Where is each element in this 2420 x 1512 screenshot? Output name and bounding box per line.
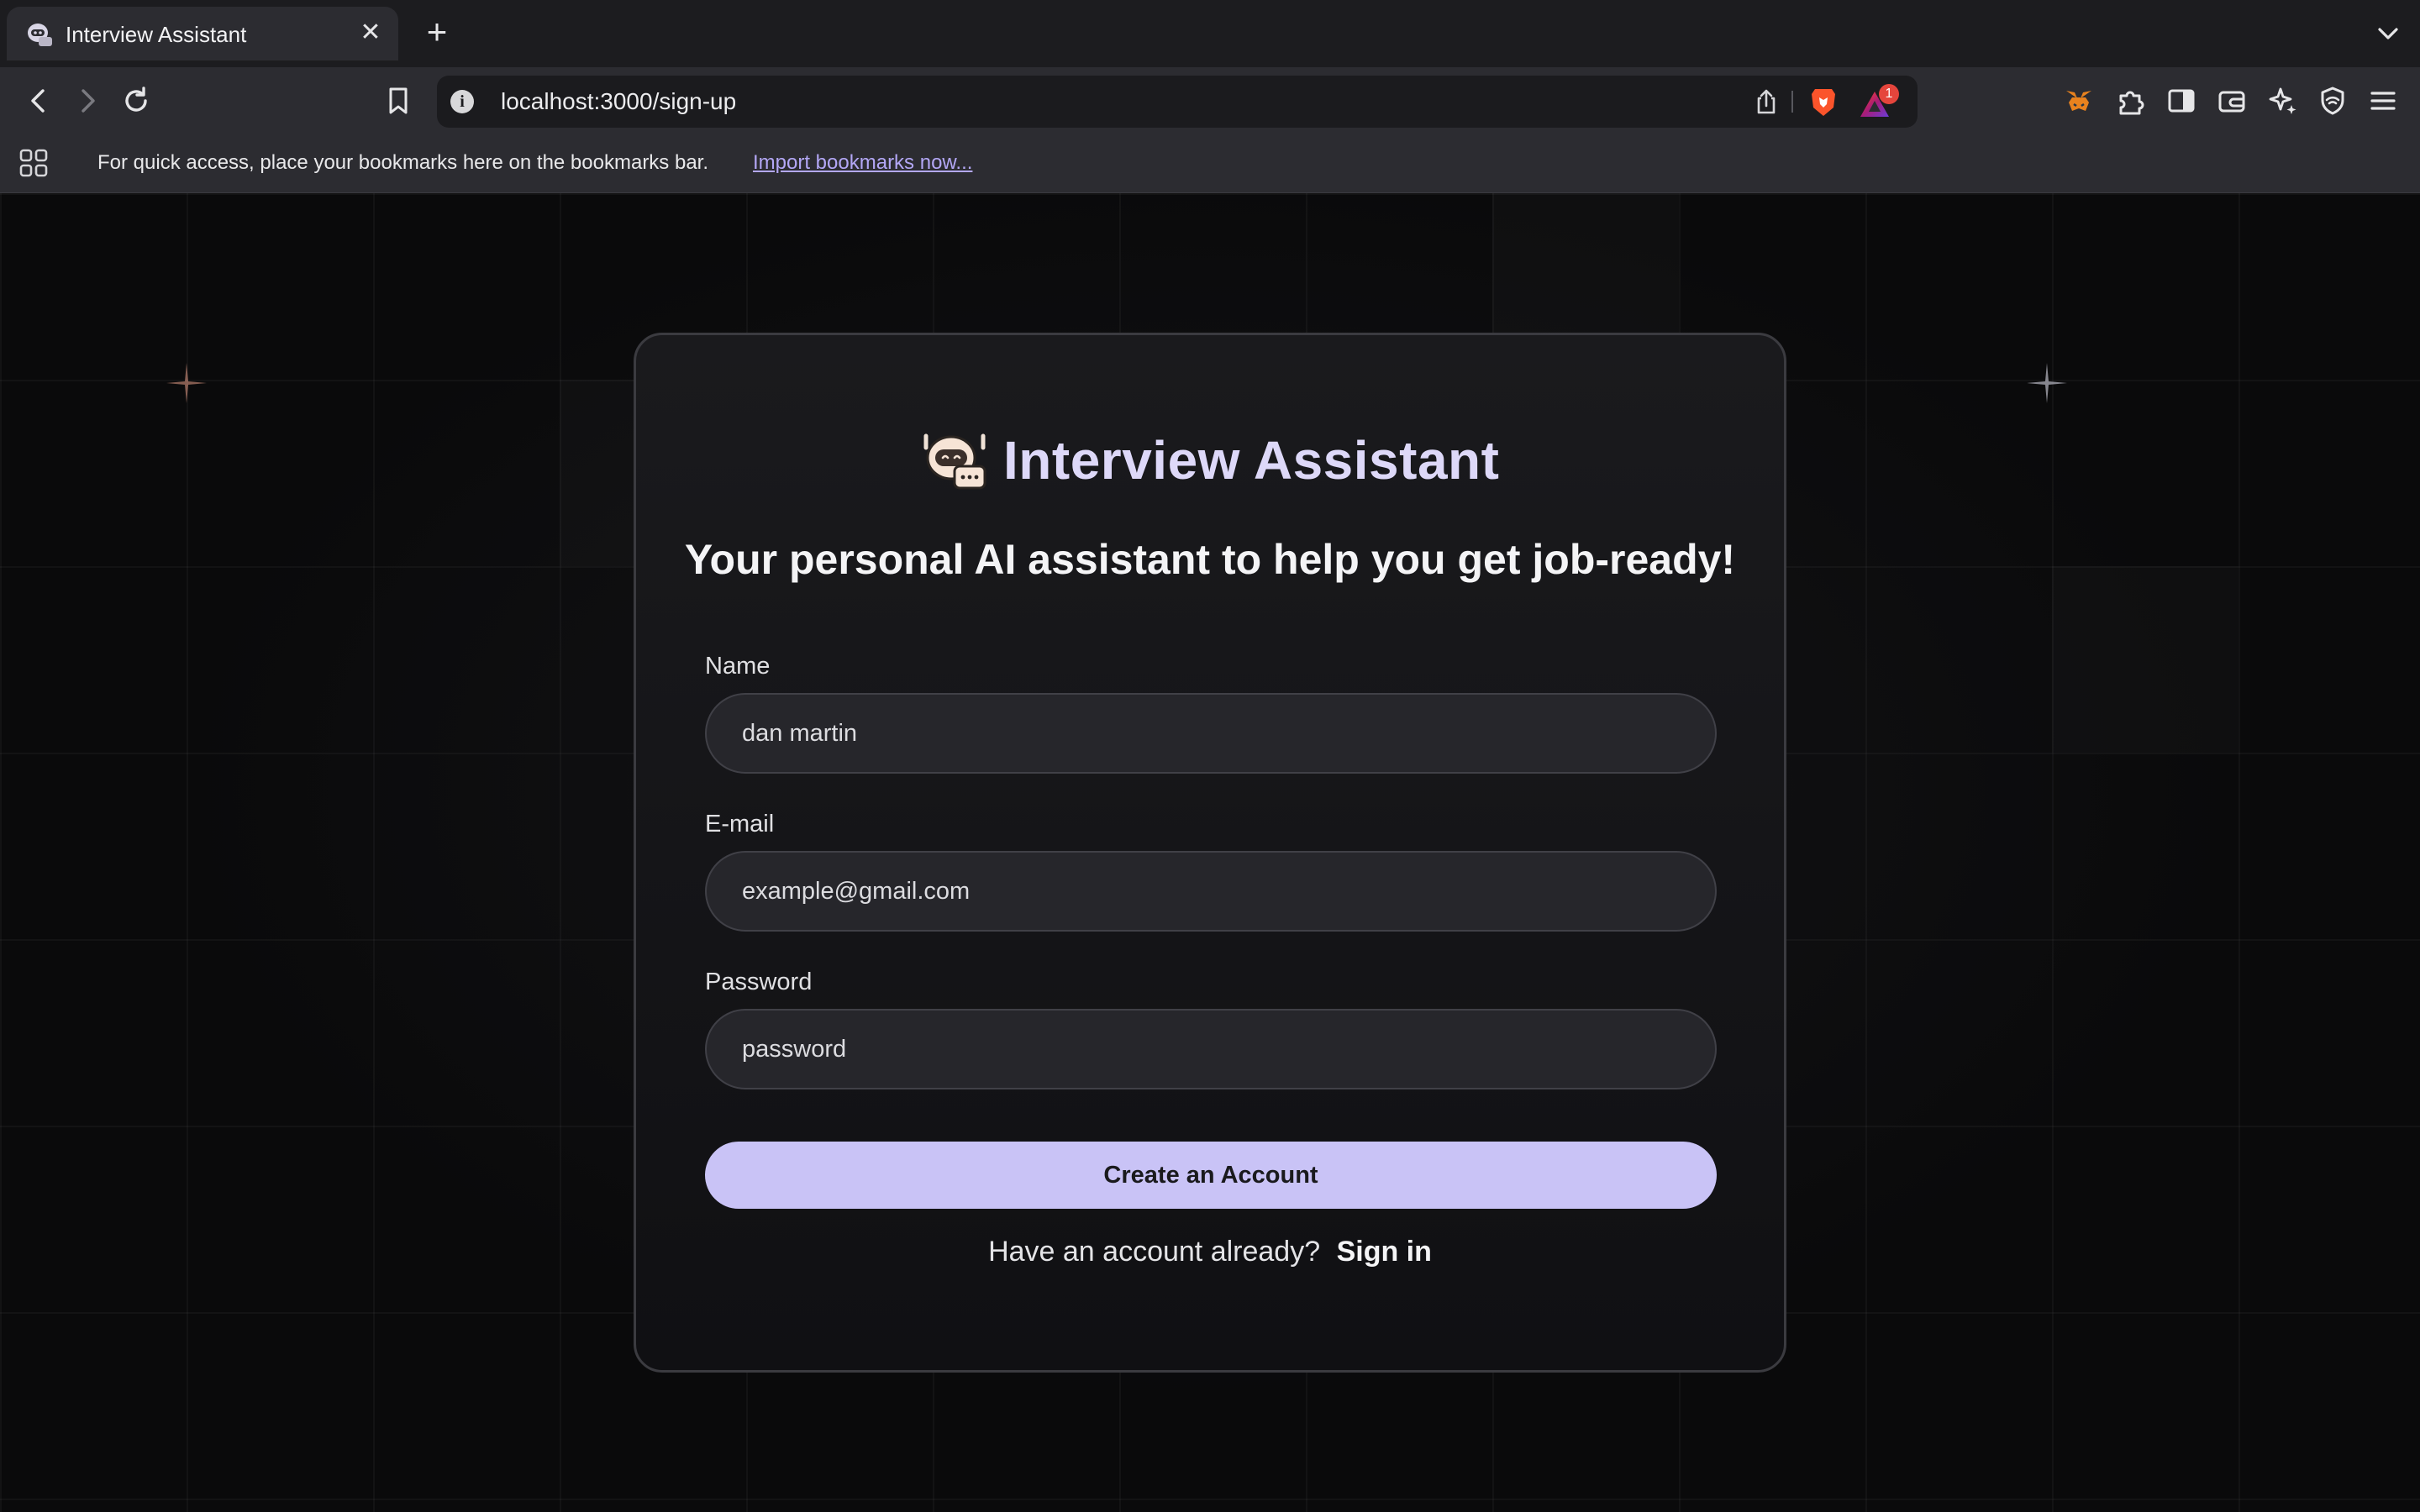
page-background: Interview Assistant Your personal AI ass… bbox=[0, 193, 2420, 1512]
address-bar-divider bbox=[1791, 91, 1793, 113]
rewards-badge: 1 bbox=[1879, 84, 1899, 104]
bookmarks-message: For quick access, place your bookmarks h… bbox=[97, 151, 709, 174]
bookmark-icon[interactable] bbox=[381, 84, 415, 118]
sidebar-icon[interactable] bbox=[2165, 84, 2198, 118]
name-label: Name bbox=[705, 653, 771, 680]
email-value: example@gmail.com bbox=[742, 878, 971, 905]
signup-card: Interview Assistant Your personal AI ass… bbox=[634, 333, 1786, 1373]
close-tab-icon[interactable]: ✕ bbox=[356, 18, 385, 47]
sparkle-icon bbox=[166, 363, 207, 403]
brave-rewards-button[interactable]: 1 bbox=[1859, 84, 1899, 119]
signin-prompt: Have an account already? bbox=[988, 1236, 1321, 1268]
password-label: Password bbox=[705, 969, 813, 995]
password-value: password bbox=[742, 1036, 847, 1063]
brave-shields-icon[interactable] bbox=[1808, 86, 1839, 118]
reload-icon[interactable] bbox=[119, 84, 153, 118]
import-bookmarks-link[interactable]: Import bookmarks now... bbox=[753, 151, 972, 175]
name-field[interactable]: dan martin bbox=[705, 693, 1717, 774]
tab-list-chevron-icon[interactable] bbox=[2373, 18, 2403, 49]
address-bar[interactable]: i localhost:3000/sign-up 1 bbox=[437, 76, 1918, 128]
extensions-icon[interactable] bbox=[2114, 84, 2148, 118]
tab-strip: Interview Assistant ✕ + bbox=[0, 0, 2420, 67]
robot-logo-icon bbox=[923, 433, 986, 490]
metamask-icon[interactable] bbox=[2062, 84, 2096, 118]
leo-ai-icon[interactable] bbox=[2265, 84, 2299, 118]
brand-title: Interview Assistant bbox=[1003, 430, 1500, 491]
apps-icon[interactable] bbox=[18, 148, 49, 178]
menu-icon[interactable] bbox=[2366, 84, 2400, 118]
signin-row: Have an account already? Sign in bbox=[636, 1236, 1784, 1268]
tab-title: Interview Assistant bbox=[66, 22, 247, 47]
brand-header: Interview Assistant bbox=[636, 429, 1784, 496]
robot-favicon-icon bbox=[28, 24, 52, 46]
share-icon[interactable] bbox=[1753, 87, 1780, 116]
password-field[interactable]: password bbox=[705, 1009, 1717, 1089]
signin-link[interactable]: Sign in bbox=[1337, 1236, 1432, 1268]
info-icon[interactable]: i bbox=[450, 90, 474, 113]
tagline: Your personal AI assistant to help you g… bbox=[684, 536, 1736, 583]
email-field[interactable]: example@gmail.com bbox=[705, 851, 1717, 932]
sparkle-icon bbox=[2027, 363, 2067, 403]
forward-icon[interactable] bbox=[71, 84, 104, 118]
create-account-button[interactable]: Create an Account bbox=[705, 1142, 1717, 1209]
vpn-icon[interactable] bbox=[2316, 84, 2349, 118]
wallet-icon[interactable] bbox=[2215, 84, 2249, 118]
new-tab-button[interactable]: + bbox=[420, 14, 454, 50]
browser-tab[interactable]: Interview Assistant ✕ bbox=[7, 7, 398, 60]
name-value: dan martin bbox=[742, 720, 858, 747]
bookmarks-bar: For quick access, place your bookmarks h… bbox=[0, 133, 2420, 193]
back-icon[interactable] bbox=[22, 84, 55, 118]
url-text[interactable]: localhost:3000/sign-up bbox=[501, 88, 736, 115]
email-label: E-mail bbox=[705, 811, 775, 837]
